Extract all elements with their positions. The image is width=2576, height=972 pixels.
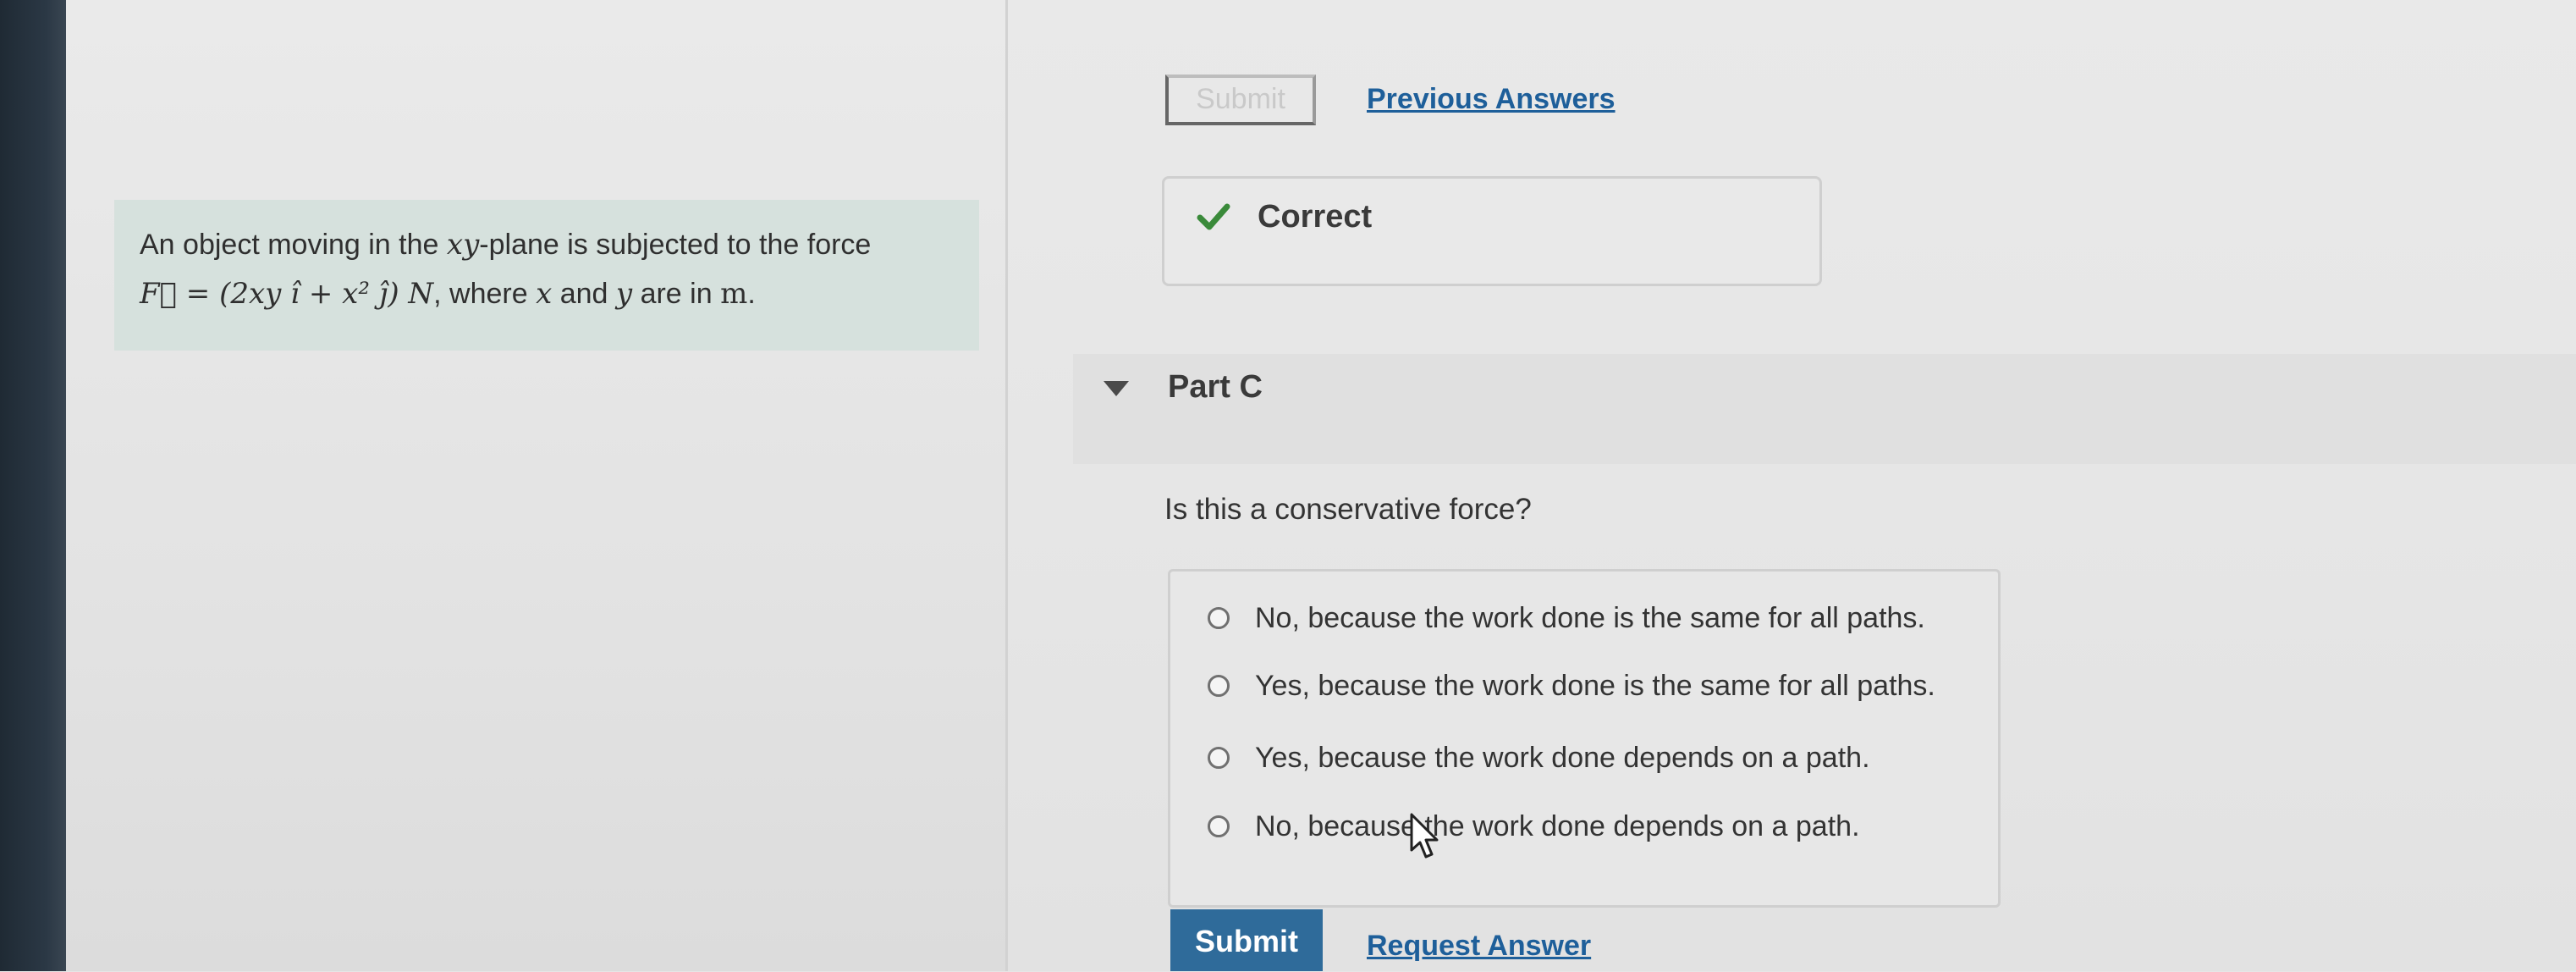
caret-down-icon[interactable] <box>1102 378 1131 399</box>
mouse-cursor-icon <box>1410 813 1439 859</box>
part-c-header <box>1073 354 2576 464</box>
screen-edge <box>0 0 66 971</box>
problem-pane <box>66 0 1005 971</box>
force-formula: F⃗ = (2xy î + x² ĵ) N <box>140 277 434 311</box>
request-answer-link[interactable]: Request Answer <box>1367 930 1591 963</box>
option-2[interactable]: Yes, because the work done is the same f… <box>1208 665 1935 707</box>
correct-label: Correct <box>1258 199 1373 235</box>
problem-statement: An object moving in the xy-plane is subj… <box>114 200 979 351</box>
question-text: Is this a conservative force? <box>1164 493 1532 526</box>
radio-button[interactable] <box>1208 675 1230 697</box>
correct-feedback: Correct <box>1162 176 1822 286</box>
part-c-title: Part C <box>1168 369 1263 405</box>
problem-line-2: F⃗ = (2xy î + x² ĵ) N, where x and y are… <box>140 277 756 311</box>
check-icon <box>1197 203 1230 230</box>
radio-button[interactable] <box>1208 607 1230 629</box>
option-4[interactable]: No, because the work done depends on a p… <box>1208 805 1860 848</box>
previous-answers-link[interactable]: Previous Answers <box>1367 83 1616 116</box>
problem-line-1: An object moving in the xy-plane is subj… <box>140 228 872 262</box>
answer-options: No, because the work done is the same fo… <box>1168 569 2001 908</box>
radio-button[interactable] <box>1208 815 1230 837</box>
submit-button[interactable]: Submit <box>1170 909 1323 971</box>
option-3[interactable]: Yes, because the work done depends on a … <box>1208 737 1870 779</box>
option-1[interactable]: No, because the work done is the same fo… <box>1208 597 1925 639</box>
radio-button[interactable] <box>1208 747 1230 769</box>
previous-submit-button-disabled: Submit <box>1165 75 1316 125</box>
